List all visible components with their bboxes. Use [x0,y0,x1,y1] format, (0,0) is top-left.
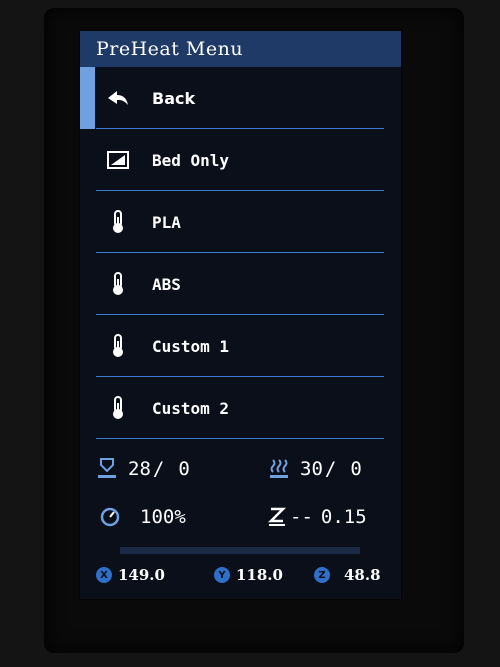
bed-target: 0 [350,458,362,480]
z-offset-value: 0.15 [320,506,367,528]
thermometer-icon [104,332,132,360]
thermometer-icon [104,394,132,422]
axis-x: X 149.0 [96,566,165,584]
x-axis-icon: X [96,567,112,583]
bed-separator: / [324,458,337,480]
back-arrow-icon [104,84,132,112]
lcd-screen: PreHeat Menu Back Bed Only PLA ABS Custo… [79,30,402,600]
hotend-temp: 28 / 0 [96,457,190,481]
z-offset-icon [268,505,288,529]
axis-y: Y 118.0 [214,566,283,584]
menu-item-label: Back [152,88,196,108]
hotend-icon [96,457,118,481]
status-panel: 28 / 0 30 / 0 100% -- 0.15 X 149.0 Y 118… [80,443,401,599]
thermometer-icon [104,208,132,236]
bed-temp: 30 / 0 [268,457,362,481]
menu-item-pla[interactable]: PLA [80,191,401,253]
y-axis-icon: Y [214,567,230,583]
axis-z-value: 48.8 [344,566,381,584]
speed-gauge-icon [100,507,120,527]
menu-item-label: ABS [152,274,181,294]
bed-icon [104,146,132,174]
axis-z: Z 48.8 [314,566,381,584]
page-title: PreHeat Menu [80,31,401,67]
z-axis-icon: Z [314,567,330,583]
menu-item-bed-only[interactable]: Bed Only [80,129,401,191]
axis-x-value: 149.0 [118,566,165,584]
menu-item-custom-2[interactable]: Custom 2 [80,377,401,439]
hotend-target: 0 [178,458,190,480]
bed-current: 30 [300,458,323,480]
z-offset-prefix: -- [290,506,313,528]
thermometer-icon [104,270,132,298]
progress-bar [120,547,360,554]
menu-item-label: Custom 2 [152,398,230,418]
bed-heat-icon [268,457,290,481]
menu-item-back[interactable]: Back [80,67,401,129]
z-offset: -- 0.15 [268,505,367,529]
menu-item-abs[interactable]: ABS [80,253,401,315]
menu-item-label: Bed Only [152,150,230,170]
menu-item-label: PLA [152,212,181,232]
feedrate: 100% [100,506,186,528]
menu-item-label: Custom 1 [152,336,230,356]
preheat-menu: Back Bed Only PLA ABS Custom 1 Custom 2 [80,67,401,439]
hotend-current: 28 [128,458,151,480]
axis-y-value: 118.0 [236,566,283,584]
hotend-separator: / [152,458,165,480]
menu-item-custom-1[interactable]: Custom 1 [80,315,401,377]
feedrate-value: 100% [140,506,186,528]
